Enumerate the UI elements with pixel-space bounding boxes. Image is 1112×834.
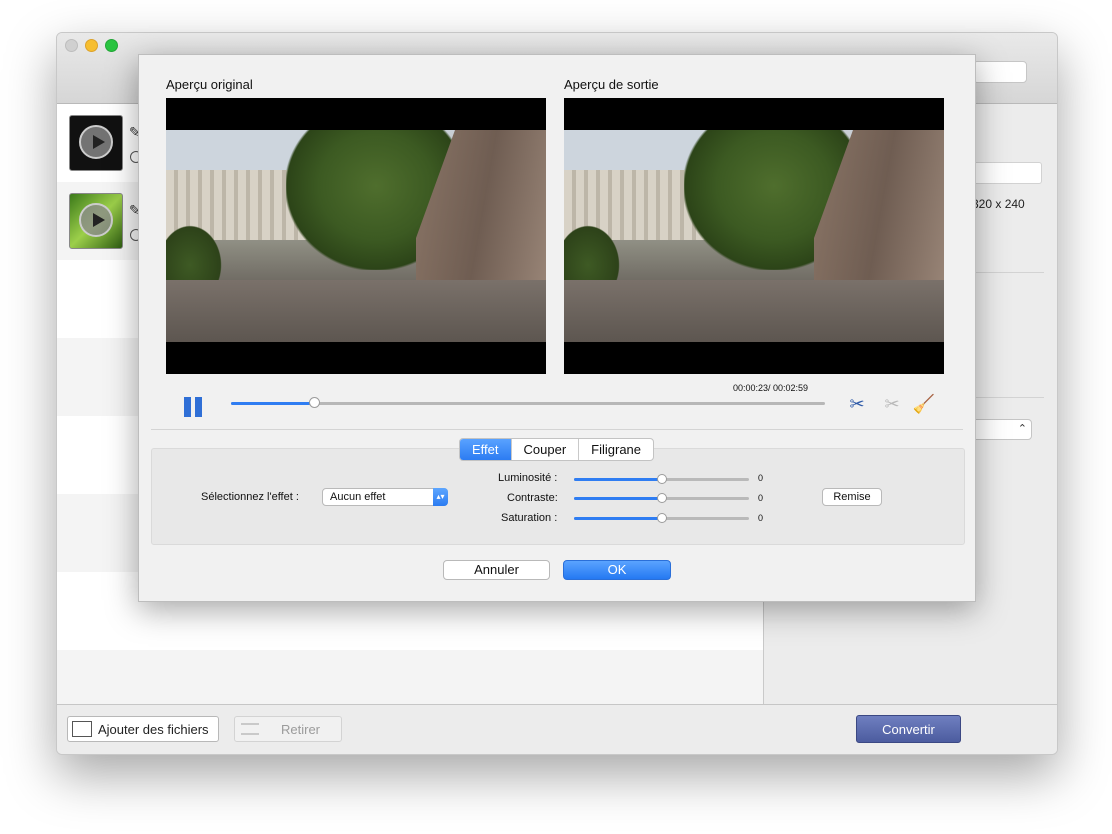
- cut-scissors-icon[interactable]: ✂: [880, 392, 904, 416]
- saturation-value: 0: [758, 513, 764, 523]
- slider-handle[interactable]: [656, 513, 667, 523]
- zoom-window-button[interactable]: [105, 39, 118, 52]
- close-window-button[interactable]: [65, 39, 78, 52]
- minimize-window-button[interactable]: [85, 39, 98, 52]
- output-preview-video: [564, 98, 944, 374]
- video-thumbnail: [69, 115, 123, 171]
- resolution-text: 320 x 240: [972, 197, 1025, 211]
- output-preview-label: Aperçu de sortie: [564, 77, 659, 92]
- brightness-slider[interactable]: [574, 474, 749, 484]
- original-preview-video: [166, 98, 546, 374]
- brightness-value: 0: [758, 473, 764, 483]
- effect-select-value: Aucun effet: [330, 491, 386, 503]
- pause-icon[interactable]: [184, 397, 204, 417]
- saturation-label: Saturation :: [501, 512, 558, 524]
- chevron-updown-icon: ▴▾: [433, 488, 448, 506]
- add-files-button[interactable]: Ajouter des fichiers: [67, 716, 219, 742]
- select-effect-label: Sélectionnez l'effet :: [201, 491, 299, 503]
- timecode: 00:00:23/ 00:02:59: [733, 383, 809, 393]
- cancel-button[interactable]: Annuler: [443, 560, 550, 580]
- reset-button[interactable]: Remise: [822, 488, 882, 506]
- list-remove-icon: [241, 723, 259, 735]
- trim-scissors-icon[interactable]: ✂: [845, 392, 869, 416]
- seek-slider[interactable]: [231, 397, 825, 408]
- toolbar-search-field[interactable]: [973, 61, 1027, 83]
- play-icon: [79, 203, 113, 237]
- file-row-empty: [57, 650, 763, 704]
- slider-handle[interactable]: [656, 474, 667, 484]
- play-icon: [79, 125, 113, 159]
- add-files-icon: [72, 721, 92, 737]
- saturation-slider[interactable]: [574, 513, 749, 523]
- effect-panel: Sélectionnez l'effet : Aucun effet ▴▾ Lu…: [151, 448, 965, 545]
- broom-icon[interactable]: 🧹: [912, 392, 936, 416]
- tab-filigrane[interactable]: Filigrane: [578, 439, 653, 460]
- effect-select[interactable]: Aucun effet ▴▾: [322, 488, 448, 506]
- contrast-label: Contraste:: [507, 492, 558, 504]
- contrast-slider[interactable]: [574, 493, 749, 503]
- remove-button[interactable]: Retirer: [234, 716, 342, 742]
- brightness-label: Luminosité :: [498, 472, 558, 484]
- bottom-bar: Ajouter des fichiers Retirer Convertir: [57, 704, 1057, 754]
- tab-couper[interactable]: Couper: [510, 439, 579, 460]
- seek-handle[interactable]: [309, 397, 321, 408]
- original-preview-label: Aperçu original: [166, 77, 253, 92]
- convert-button[interactable]: Convertir: [856, 715, 961, 743]
- tab-effet[interactable]: Effet: [460, 439, 511, 460]
- chevron-updown-icon: ⌃: [1017, 423, 1027, 435]
- divider: [151, 429, 963, 430]
- slider-handle[interactable]: [656, 493, 667, 503]
- ok-button[interactable]: OK: [563, 560, 671, 580]
- edit-tabs: Effet Couper Filigrane: [459, 438, 655, 461]
- remove-label: Retirer: [281, 721, 321, 737]
- add-files-label: Ajouter des fichiers: [98, 721, 209, 737]
- edit-dialog: Aperçu original Aperçu de sortie 00:00:2…: [138, 54, 976, 602]
- contrast-value: 0: [758, 493, 764, 503]
- video-thumbnail: [69, 193, 123, 249]
- convert-label: Convertir: [882, 721, 935, 737]
